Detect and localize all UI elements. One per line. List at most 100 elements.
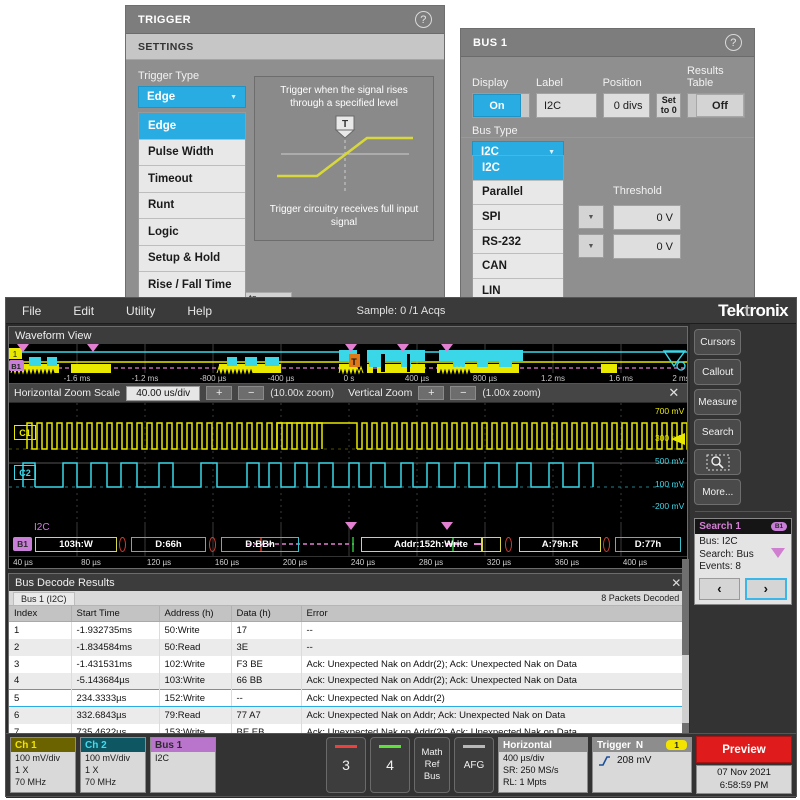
scrollbar-thumb[interactable] (682, 655, 689, 723)
bus-position-input[interactable]: 0 divs (603, 93, 651, 118)
bus-threshold-input-1[interactable]: 0 V (613, 205, 681, 230)
bus-dialog-titlebar: BUS 1 ? (461, 29, 754, 57)
trigger-type-option-logic[interactable]: Logic (139, 219, 245, 246)
menu-item-file[interactable]: File (6, 298, 57, 323)
overview-tick-6: 800 µs (473, 374, 497, 383)
trigger-dialog-body: Trigger Type Edge ▼ to % Edge Pulse Widt… (126, 60, 444, 118)
close-zoom-icon[interactable]: ✕ (668, 385, 682, 401)
bus-label-input[interactable]: I2C (536, 93, 597, 118)
channel-3-button[interactable]: 3 (326, 737, 366, 793)
search-next-button[interactable]: › (745, 578, 787, 600)
bus-packet-1[interactable]: D:66h (131, 537, 206, 552)
bus-type-option-spi[interactable]: SPI (473, 205, 563, 230)
trigger-help-button[interactable]: ? (415, 11, 432, 28)
horizontal-card[interactable]: Horizontal 400 µs/div SR: 250 MS/s RL: 1… (498, 737, 588, 793)
search-badge-card[interactable]: Search 1 B1 Bus: I2C Search: Bus Events:… (694, 518, 792, 605)
horizontal-zoom-factor: (10.00x zoom) (270, 388, 334, 399)
channel-2-card[interactable]: Ch 2 100 mV/div 1 X 70 MHz (80, 737, 146, 793)
cell-start-time: -1.834584ms (71, 639, 159, 656)
vertical-scrollbar[interactable] (682, 559, 689, 735)
bus-source-combo-2[interactable]: ▼ (578, 234, 604, 258)
trigger-type-option-setup-hold[interactable]: Setup & Hold (139, 246, 245, 273)
bus-threshold-input-2[interactable]: 0 V (613, 234, 681, 259)
trigger-type-option-timeout[interactable]: Timeout (139, 166, 245, 193)
channel-3-label: 3 (342, 757, 350, 773)
math-ref-bus-button[interactable]: Math Ref Bus (414, 737, 450, 793)
overview-strip[interactable]: 1 T B1 -1.6 ms (9, 344, 687, 384)
measure-button[interactable]: Measure (694, 389, 741, 415)
bus-decode-results-title: Bus Decode Results (15, 577, 115, 589)
table-row[interactable]: 3 -1.431531ms 102:Write F3 BE Ack: Unexp… (9, 656, 687, 673)
horizontal-zoom-scale-value[interactable]: 40.00 us/div (126, 386, 200, 401)
time-tick-8: 360 µs (555, 558, 579, 567)
trigger-illustration: Trigger when the signal rises through a … (254, 76, 434, 241)
zoomed-waveform-graticule[interactable]: C1 C2 700 mV 300 mV 500 mV 100 mV -200 m… (9, 403, 687, 522)
table-row-selected[interactable]: 5 234.3333µs 152:Write -- Ack: Unexpecte… (9, 690, 687, 707)
zoom-select-button[interactable] (694, 449, 741, 475)
cursors-button[interactable]: Cursors (694, 329, 741, 355)
callout-button[interactable]: Callout (694, 359, 741, 385)
horizontal-zoom-minus-button[interactable]: − (238, 386, 264, 400)
trigger-type-combo[interactable]: Edge ▼ (138, 86, 246, 108)
col-start-time: Start Time (71, 606, 159, 622)
bus-1-card[interactable]: Bus 1 I2C (150, 737, 216, 793)
bus-packet-4[interactable]: A:79h:R (519, 537, 601, 552)
bus-display-toggle[interactable]: On (472, 93, 530, 118)
channel-1-card[interactable]: Ch 1 100 mV/div 1 X 70 MHz (10, 737, 76, 793)
search-button[interactable]: Search (694, 419, 741, 445)
preview-button[interactable]: Preview (696, 736, 792, 763)
bus-help-button[interactable]: ? (725, 34, 742, 51)
bus-packet-0[interactable]: 103h:W (35, 537, 117, 552)
bus-divider (461, 137, 754, 138)
bus-results-table-toggle[interactable]: Off (687, 93, 745, 118)
bus-type-option-i2c[interactable]: I2C (473, 156, 563, 181)
bus-decode-track[interactable]: I2C B1 (9, 522, 687, 556)
trigger-type-option-rise-fall-time[interactable]: Rise / Fall Time (139, 272, 245, 299)
bus-packet-3[interactable]: Addr:152h:Write (361, 537, 501, 552)
trigger-card[interactable]: Trigger N 1 208 mV (592, 737, 692, 793)
trigger-mode: N (636, 740, 643, 751)
overview-tick-2: -800 µs (200, 374, 227, 383)
trigger-type-option-pulse-width[interactable]: Pulse Width (139, 140, 245, 167)
trigger-type-dropdown[interactable]: Edge Pulse Width Timeout Runt Logic Setu… (138, 112, 246, 313)
channel-2-badge[interactable]: C2 (14, 465, 36, 480)
bus-display-label: Display (472, 77, 530, 89)
waveform-view-title: Waveform View (15, 330, 91, 342)
bus-packet-2[interactable]: D:BBh (221, 537, 299, 552)
bus-decode-tab-row: Bus 1 (I2C) 8 Packets Decoded (9, 591, 687, 606)
channel-4-label: 4 (386, 757, 394, 773)
bus-type-option-rs232[interactable]: RS-232 (473, 230, 563, 255)
channel-4-button[interactable]: 4 (370, 737, 410, 793)
bus-type-option-parallel[interactable]: Parallel (473, 181, 563, 206)
bus-threshold-label: Threshold (613, 185, 662, 197)
close-icon[interactable]: ✕ (671, 576, 681, 590)
bus-type-dropdown[interactable]: I2C Parallel SPI RS-232 CAN LIN (472, 155, 564, 305)
trigger-type-option-edge[interactable]: Edge (139, 113, 245, 140)
table-row[interactable]: 2 -1.834584ms 50:Read 3E -- (9, 639, 687, 656)
vertical-zoom-plus-button[interactable]: + (418, 386, 444, 400)
bus-decode-tab-bus1[interactable]: Bus 1 (I2C) (13, 592, 75, 605)
table-row[interactable]: 1 -1.932735ms 50:Write 17 -- (9, 622, 687, 639)
search-prev-button[interactable]: ‹ (699, 578, 739, 600)
table-row[interactable]: 4 -5.143684µs 103:Write 66 BB Ack: Unexp… (9, 673, 687, 690)
waveform-view-panel: Waveform View (8, 326, 688, 569)
trigger-settings-tab[interactable]: SETTINGS (126, 34, 444, 60)
channel-1-badge[interactable]: C1 (14, 425, 36, 440)
bus-source-combo-1[interactable]: ▼ (578, 205, 604, 229)
bus-track-badge[interactable]: B1 (13, 537, 32, 551)
trigger-type-option-runt[interactable]: Runt (139, 193, 245, 220)
afg-button[interactable]: AFG (454, 737, 494, 793)
menu-item-utility[interactable]: Utility (110, 298, 171, 323)
menu-item-help[interactable]: Help (171, 298, 228, 323)
more-button[interactable]: More... (694, 479, 741, 505)
horizontal-zoom-plus-button[interactable]: + (206, 386, 232, 400)
bus-packet-5[interactable]: D:77h (615, 537, 681, 552)
cell-error: -- (301, 639, 687, 656)
waveform-column: Waveform View (6, 324, 690, 798)
bus-set-to-zero-button[interactable]: Set to 0 (656, 93, 681, 118)
menu-item-edit[interactable]: Edit (57, 298, 110, 323)
table-row[interactable]: 6 332.6843µs 79:Read 77 A7 Ack: Unexpect… (9, 707, 687, 724)
cell-address: 152:Write (159, 690, 231, 707)
vertical-zoom-minus-button[interactable]: − (450, 386, 476, 400)
bus-type-option-can[interactable]: CAN (473, 254, 563, 279)
